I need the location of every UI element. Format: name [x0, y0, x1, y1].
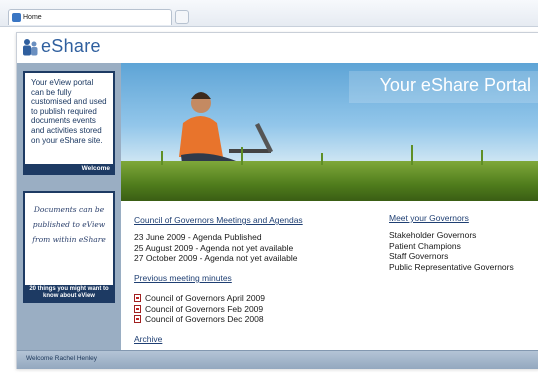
- left-sidebar: Your eView portal can be fully customise…: [17, 63, 121, 350]
- new-tab-button[interactable]: [175, 10, 189, 24]
- minutes-item[interactable]: Council of Governors Feb 2009: [134, 304, 263, 315]
- grass-blade: [321, 153, 323, 165]
- tab-title: Home: [23, 14, 42, 21]
- grass-blade: [411, 145, 413, 165]
- welcome-user-text: Welcome Rachel Henley: [26, 355, 98, 362]
- tips-handwritten-text: Documents can be published to eView from…: [32, 205, 106, 244]
- browser-tab-home[interactable]: Home: [8, 9, 172, 25]
- minutes-item[interactable]: Council of Governors April 2009: [134, 293, 265, 304]
- tips-bar[interactable]: 20 things you might want to know about e…: [25, 285, 113, 301]
- previous-minutes-link[interactable]: Previous meeting minutes: [134, 273, 232, 283]
- grass-blade: [481, 150, 483, 165]
- meetings-heading-link[interactable]: Council of Governors Meetings and Agenda…: [134, 215, 303, 225]
- governor-category[interactable]: Public Representative Governors: [389, 262, 514, 273]
- minutes-item-label: Council of Governors Feb 2009: [145, 303, 264, 314]
- tips-panel: Documents can be published to eView from…: [23, 191, 115, 303]
- meeting-item: 27 October 2009 - Agenda not yet availab…: [134, 253, 298, 263]
- minutes-item-label: Council of Governors April 2009: [145, 293, 266, 303]
- archive-link[interactable]: Archive: [134, 334, 162, 344]
- site-logo[interactable]: eShare: [41, 36, 101, 57]
- governor-category[interactable]: Patient Champions: [389, 241, 461, 252]
- main-content: Council of Governors Meetings and Agenda…: [121, 201, 538, 350]
- grass-field: [121, 161, 538, 201]
- status-footer: Welcome Rachel Henley: [17, 350, 538, 369]
- hero-banner: Your eShare Portal: [121, 63, 538, 201]
- browser-tab-strip: Home: [0, 0, 538, 27]
- page-frame: eShare Your eView portal can be fully cu…: [16, 32, 538, 369]
- grass-blade: [241, 147, 243, 165]
- site-header: eShare: [17, 33, 538, 64]
- governor-category[interactable]: Staff Governors: [389, 251, 448, 262]
- pdf-icon: [134, 294, 141, 302]
- welcome-bar[interactable]: Welcome: [25, 164, 113, 173]
- meeting-item: 23 June 2009 - Agenda Published: [134, 232, 262, 242]
- pdf-icon: [134, 304, 141, 313]
- minutes-item[interactable]: Council of Governors Dec 2008: [134, 314, 264, 325]
- welcome-panel: Your eView portal can be fully customise…: [23, 71, 115, 175]
- governor-category[interactable]: Stakeholder Governors: [389, 230, 476, 241]
- meeting-item: 25 August 2009 - Agenda not yet availabl…: [134, 242, 294, 253]
- meet-governors-link[interactable]: Meet your Governors: [389, 213, 469, 223]
- hero-title: Your eShare Portal: [379, 75, 531, 95]
- welcome-text: Your eView portal can be fully customise…: [31, 78, 107, 145]
- pdf-icon: [134, 315, 141, 323]
- people-logo-icon: [23, 39, 38, 56]
- page-favicon-icon: [12, 13, 21, 22]
- minutes-item-label: Council of Governors Dec 2008: [145, 314, 264, 324]
- grass-blade: [161, 151, 163, 165]
